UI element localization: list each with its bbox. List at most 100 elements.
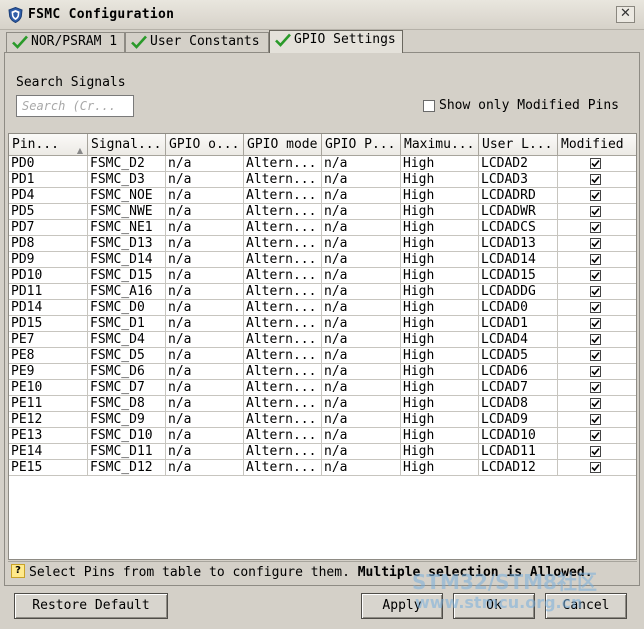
cell-user-label: LCDADWR [479,204,558,220]
table-row[interactable]: PE10 FSMC_D7 n/a Altern... n/a High LCDAD7 [9,380,636,396]
column-header-modified[interactable]: Modified [558,134,636,156]
table-row[interactable]: PD1 FSMC_D3 n/a Altern... n/a High LCDAD3 [9,172,636,188]
cell-modified [558,300,636,316]
modified-checkbox[interactable] [590,414,601,425]
column-header-gpio-output[interactable]: GPIO o... [166,134,244,156]
table-row[interactable]: PD15 FSMC_D1 n/a Altern... n/a High LCDAD1 [9,316,636,332]
table-row[interactable]: PE14 FSMC_D11 n/a Altern... n/a High LCDAD11 [9,444,636,460]
cell-modified [558,380,636,396]
column-header-signal[interactable]: Signal... [88,134,166,156]
apply-button[interactable]: Apply [361,593,443,619]
modified-checkbox[interactable] [590,398,601,409]
title-bar[interactable]: FSMC Configuration ✕ [0,0,644,30]
modified-checkbox[interactable] [590,446,601,457]
cell-max-speed: High [401,300,479,316]
cell-gpio-pull: n/a [322,220,401,236]
column-header-pin[interactable]: Pin... ▲ [9,134,88,156]
modified-checkbox[interactable] [590,382,601,393]
table-row[interactable]: PD4 FSMC_NOE n/a Altern... n/a High LCDADRD [9,188,636,204]
table-row[interactable]: PD8 FSMC_D13 n/a Altern... n/a High LCDAD13 [9,236,636,252]
modified-checkbox[interactable] [590,430,601,441]
cell-gpio-mode: Altern... [244,204,322,220]
cell-max-speed: High [401,428,479,444]
cell-max-speed: High [401,252,479,268]
cell-modified [558,156,636,172]
modified-checkbox[interactable] [590,238,601,249]
modified-checkbox[interactable] [590,222,601,233]
table-row[interactable]: PE7 FSMC_D4 n/a Altern... n/a High LCDAD4 [9,332,636,348]
status-bold-hint: Multiple selection is Allowed. [357,565,593,580]
cell-signal: FSMC_NOE [88,188,166,204]
cell-signal: FSMC_D15 [88,268,166,284]
checkmark-icon [591,415,600,424]
modified-checkbox[interactable] [590,334,601,345]
tab-user-constants[interactable]: User Constants [125,32,269,52]
table-row[interactable]: PD0 FSMC_D2 n/a Altern... n/a High LCDAD2 [9,156,636,172]
modified-checkbox[interactable] [590,206,601,217]
modified-checkbox[interactable] [590,366,601,377]
column-header-gpio-pull[interactable]: GPIO P... [322,134,401,156]
cell-gpio-pull: n/a [322,380,401,396]
column-header-label: User L... [482,137,553,152]
checkmark-icon [591,367,600,376]
table-row[interactable]: PE11 FSMC_D8 n/a Altern... n/a High LCDAD8 [9,396,636,412]
modified-checkbox[interactable] [590,270,601,281]
column-header-label: GPIO o... [169,137,240,152]
modified-checkbox[interactable] [590,302,601,313]
cell-user-label: LCDAD7 [479,380,558,396]
cell-max-speed: High [401,396,479,412]
cell-modified [558,396,636,412]
modified-checkbox[interactable] [590,462,601,473]
cell-user-label: LCDAD2 [479,156,558,172]
cell-gpio-pull: n/a [322,172,401,188]
cancel-button[interactable]: Cancel [545,593,627,619]
table-row[interactable]: PD11 FSMC_A16 n/a Altern... n/a High LCDADDG [9,284,636,300]
cell-modified [558,236,636,252]
modified-checkbox[interactable] [590,350,601,361]
tab-nor-psram[interactable]: NOR/PSRAM 1 [6,32,125,52]
table-row[interactable]: PD14 FSMC_D0 n/a Altern... n/a High LCDAD0 [9,300,636,316]
modified-checkbox[interactable] [590,190,601,201]
column-header-gpio-mode[interactable]: GPIO mode [244,134,322,156]
modified-checkbox[interactable] [590,254,601,265]
cell-gpio-mode: Altern... [244,300,322,316]
cell-gpio-mode: Altern... [244,268,322,284]
modified-checkbox[interactable] [590,286,601,297]
table-row[interactable]: PE12 FSMC_D9 n/a Altern... n/a High LCDAD9 [9,412,636,428]
cell-user-label: LCDAD6 [479,364,558,380]
pins-table[interactable]: Pin... ▲ Signal... GPIO o... GPIO mode GP… [8,133,637,560]
table-row[interactable]: PD5 FSMC_NWE n/a Altern... n/a High LCDADWR [9,204,636,220]
cell-gpio-pull: n/a [322,204,401,220]
shield-icon [8,7,23,23]
checkmark-icon [591,239,600,248]
column-header-user-label[interactable]: User L... [479,134,558,156]
table-row[interactable]: PE8 FSMC_D5 n/a Altern... n/a High LCDAD5 [9,348,636,364]
modified-checkbox[interactable] [590,158,601,169]
modified-checkbox[interactable] [590,318,601,329]
column-header-max-speed[interactable]: Maximu... [401,134,479,156]
close-button[interactable]: ✕ [616,6,635,23]
cell-gpio-output: n/a [166,348,244,364]
cell-modified [558,188,636,204]
checkmark-icon [591,319,600,328]
table-row[interactable]: PE13 FSMC_D10 n/a Altern... n/a High LCDAD10 [9,428,636,444]
cell-gpio-mode: Altern... [244,380,322,396]
cell-pin: PE13 [9,428,88,444]
cell-pin: PE9 [9,364,88,380]
search-input[interactable] [16,95,134,117]
modified-checkbox[interactable] [590,174,601,185]
table-row[interactable]: PD7 FSMC_NE1 n/a Altern... n/a High LCDADCS [9,220,636,236]
table-row[interactable]: PD10 FSMC_D15 n/a Altern... n/a High LCDAD15 [9,268,636,284]
cell-max-speed: High [401,204,479,220]
table-row[interactable]: PD9 FSMC_D14 n/a Altern... n/a High LCDAD14 [9,252,636,268]
cell-user-label: LCDAD13 [479,236,558,252]
ok-button[interactable]: Ok [453,593,535,619]
tab-gpio-settings[interactable]: GPIO Settings [269,30,403,53]
cell-gpio-output: n/a [166,172,244,188]
table-row[interactable]: PE15 FSMC_D12 n/a Altern... n/a High LCDAD12 [9,460,636,476]
cell-gpio-mode: Altern... [244,444,322,460]
table-row[interactable]: PE9 FSMC_D6 n/a Altern... n/a High LCDAD6 [9,364,636,380]
restore-default-button[interactable]: Restore Default [14,593,168,619]
show-modified-checkbox[interactable] [423,100,435,112]
cell-signal: FSMC_D1 [88,316,166,332]
